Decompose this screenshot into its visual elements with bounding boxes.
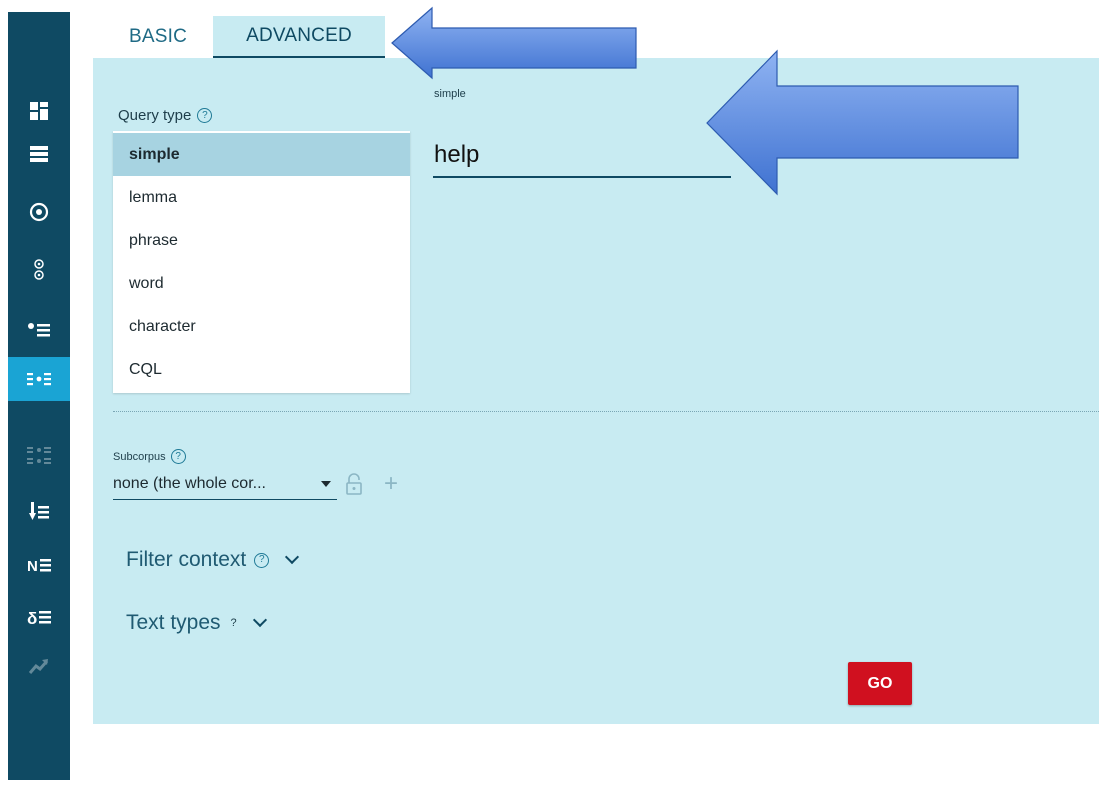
parallel-concordance-icon <box>27 447 51 464</box>
keywords-icon: δ <box>27 609 51 626</box>
annotation-arrow-tab <box>391 6 637 80</box>
svg-text:N: N <box>27 558 38 573</box>
bullet-list-icon <box>28 323 50 337</box>
query-input[interactable] <box>433 134 731 178</box>
sidebar-item-list[interactable] <box>8 132 70 176</box>
sidebar-item-parallel-concordance[interactable] <box>8 434 70 478</box>
help-icon[interactable]: ? <box>231 617 237 629</box>
query-type-label-text: Query type <box>118 107 192 124</box>
ngram-icon: N <box>27 558 51 573</box>
query-type-option-lemma[interactable]: lemma <box>113 176 410 219</box>
subcorpus-label-text: Subcorpus <box>113 450 166 463</box>
sidebar: N δ <box>8 12 70 780</box>
help-icon[interactable]: ? <box>170 449 186 464</box>
sidebar-item-concordance[interactable] <box>8 357 70 401</box>
sidebar-item-keywords[interactable]: δ <box>8 595 70 639</box>
chevron-down-icon <box>285 549 300 565</box>
sidebar-item-double-target[interactable] <box>8 248 70 292</box>
query-type-option-word[interactable]: word <box>113 262 410 305</box>
add-subcorpus-icon[interactable]: + <box>384 472 398 496</box>
text-types-toggle[interactable]: Text types ? <box>126 611 267 635</box>
query-type-list: simple lemma phrase word character CQL <box>113 131 410 393</box>
trends-icon <box>29 659 49 674</box>
subcorpus-label: Subcorpus ? <box>113 449 186 464</box>
help-icon[interactable]: ? <box>197 108 213 123</box>
go-button[interactable]: GO <box>848 662 912 705</box>
filter-context-label: Filter context <box>126 548 247 571</box>
section-divider <box>113 411 1099 412</box>
annotation-arrow-input <box>706 49 1019 196</box>
sidebar-item-dashboard[interactable] <box>8 89 70 133</box>
subcorpus-select[interactable]: none (the whole cor... <box>113 468 337 500</box>
concordance-icon <box>27 373 51 386</box>
filter-context-toggle[interactable]: Filter context ? <box>126 548 300 572</box>
target-icon <box>29 202 49 222</box>
tab-advanced[interactable]: ADVANCED <box>213 16 385 58</box>
text-types-label: Text types <box>126 611 221 634</box>
double-target-icon <box>34 259 44 280</box>
sidebar-item-bullet-list[interactable] <box>8 308 70 352</box>
query-type-label: Query type ? <box>118 107 213 124</box>
tab-basic[interactable]: BASIC <box>106 16 210 58</box>
subcorpus-value: none (the whole cor... <box>113 474 266 492</box>
list-icon <box>30 146 48 162</box>
query-type-option-simple[interactable]: simple <box>113 133 410 176</box>
help-icon[interactable]: ? <box>254 552 270 568</box>
dashboard-icon <box>30 102 48 120</box>
sidebar-item-target[interactable] <box>8 190 70 234</box>
query-input-label: simple <box>434 88 466 100</box>
query-type-option-character[interactable]: character <box>113 305 410 348</box>
query-type-option-cql[interactable]: CQL <box>113 348 410 391</box>
sidebar-item-sorted-list[interactable] <box>8 489 70 533</box>
lock-icon[interactable] <box>346 473 362 495</box>
query-type-option-phrase[interactable]: phrase <box>113 219 410 262</box>
sidebar-item-trends[interactable] <box>8 644 70 688</box>
chevron-down-icon <box>252 612 267 628</box>
caret-down-icon <box>321 480 331 487</box>
sidebar-item-ngram[interactable]: N <box>8 543 70 587</box>
sorted-list-icon <box>29 502 49 520</box>
svg-text:δ: δ <box>27 609 37 626</box>
